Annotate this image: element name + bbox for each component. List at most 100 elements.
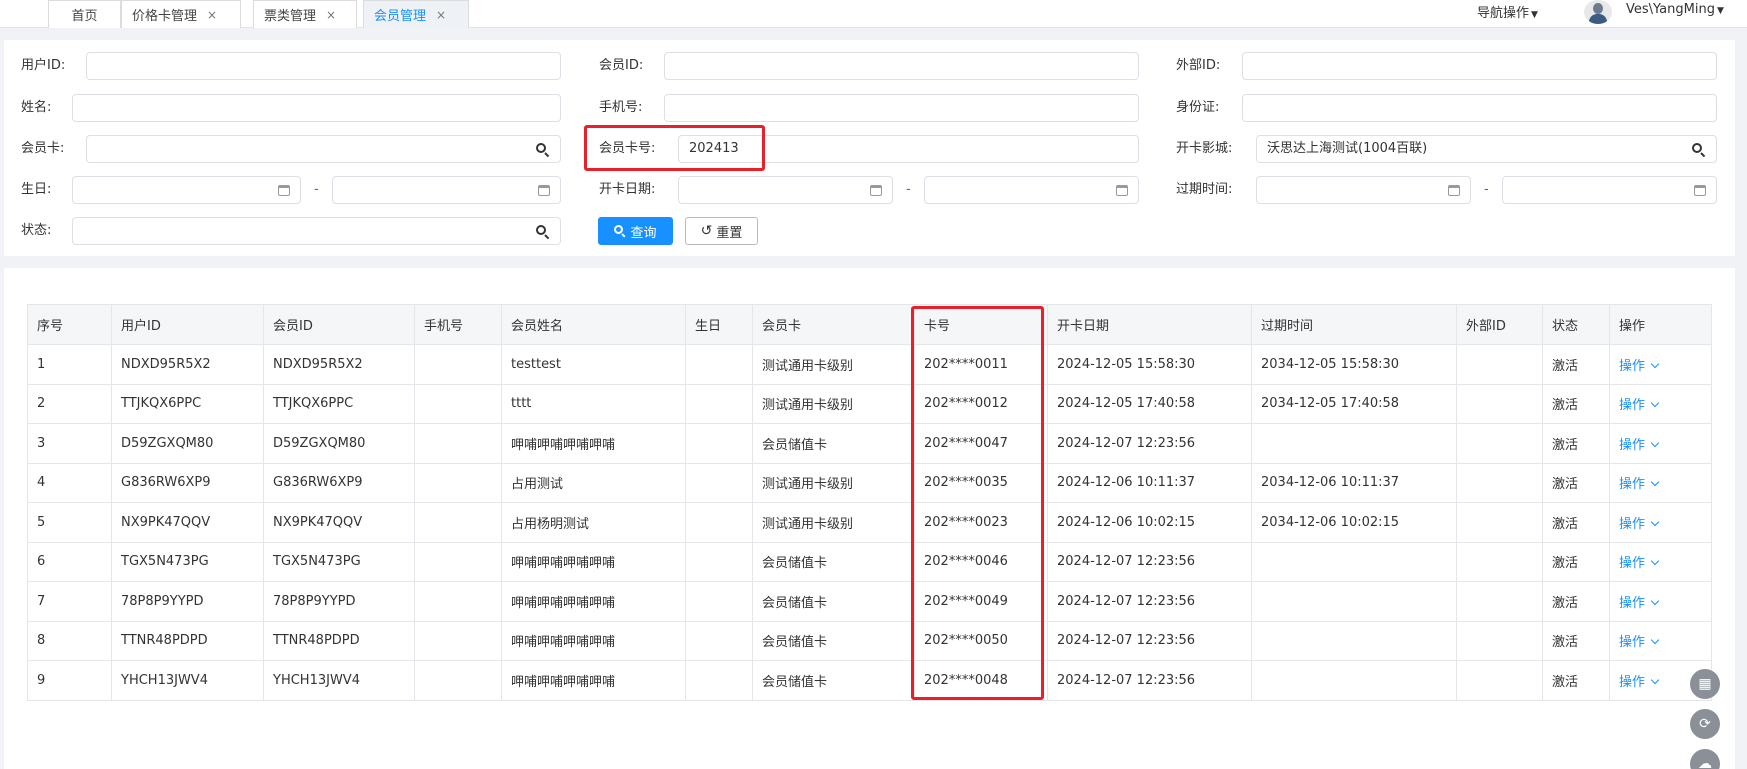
open-date-cell: 2024-12-05 15:58:30 xyxy=(1047,344,1252,385)
table-panel: 序号 用户ID 会员ID 手机号 会员姓名 生日 会员卡 卡号 开卡日期 过期时间 外部ID 状态 操作… xyxy=(4,268,1735,769)
member-card-cell: 会员储值卡 xyxy=(752,541,915,582)
expire-cell xyxy=(1251,541,1457,582)
member-id-cell: D59ZGXQM80 xyxy=(263,423,415,464)
nav-operations-dropdown[interactable]: 导航操作 ▼ xyxy=(1477,2,1538,21)
close-icon[interactable]: × xyxy=(207,8,217,22)
tab-price-card[interactable]: 价格卡管理 × xyxy=(121,0,241,28)
refresh-button[interactable]: ⟳ xyxy=(1690,709,1720,739)
top-bar: 首页 价格卡管理 × 票类管理 × 会员管理 × 导航操作 ▼ Ves\YangM… xyxy=(0,0,1747,28)
expire-end-input[interactable] xyxy=(1502,176,1717,204)
member-card-cell: 测试通用卡级别 xyxy=(752,462,915,503)
phone-cell xyxy=(414,462,502,503)
open-date-end-input[interactable] xyxy=(924,176,1139,204)
status-label: 状态: xyxy=(21,223,52,238)
operation-label: 操作 xyxy=(1619,595,1646,611)
table-row: 4 G836RW6XP9 G836RW6XP9 占用测试 测试通用卡级别 202****0… xyxy=(27,462,1712,503)
status-select[interactable] xyxy=(72,217,561,245)
card-no-label: 会员卡号: xyxy=(599,141,656,156)
row-index: 8 xyxy=(27,620,112,661)
operation-cell: 操作 xyxy=(1609,423,1712,464)
user-menu[interactable]: Ves\YangMing ▼ xyxy=(1626,2,1724,17)
birthday-label: 生日: xyxy=(21,182,52,197)
open-cinema-value: 沃思达上海测试(1004百联) xyxy=(1267,141,1428,156)
column-header: 会员姓名 xyxy=(501,304,686,345)
external-id-cell xyxy=(1456,620,1543,661)
expire-cell: 2034-12-05 17:40:58 xyxy=(1251,383,1457,424)
row-index: 3 xyxy=(27,423,112,464)
tab-home[interactable]: 首页 xyxy=(48,0,121,28)
external-id-input[interactable] xyxy=(1242,52,1717,80)
member-name-cell: 占用测试 xyxy=(501,462,686,503)
phone-cell xyxy=(414,502,502,543)
table-row: 8 TTNR48PDPD TTNR48PDPD 呷哺呷哺呷哺呷哺 会员储值卡 202***… xyxy=(27,620,1712,661)
status-cell: 激活 xyxy=(1542,620,1610,661)
table-row: 2 TTJKQX6PPC TTJKQX6PPC tttt 测试通用卡级别 202****0… xyxy=(27,383,1712,424)
table-row: 5 NX9PK47QQV NX9PK47QQV 占用杨明测试 测试通用卡级别 202***… xyxy=(27,502,1712,543)
operation-dropdown[interactable]: 操作 xyxy=(1619,556,1660,572)
column-header: 会员卡 xyxy=(752,304,915,345)
user-id-input[interactable] xyxy=(86,52,561,80)
layout-button[interactable]: ▦ xyxy=(1690,669,1720,699)
external-id-cell xyxy=(1456,423,1543,464)
search-icon[interactable] xyxy=(536,143,550,158)
reset-button-label: 重置 xyxy=(716,225,743,241)
operation-dropdown[interactable]: 操作 xyxy=(1619,675,1660,690)
column-header: 序号 xyxy=(27,304,112,345)
member-id-cell: TTNR48PDPD xyxy=(263,620,415,661)
table-row: 6 TGX5N473PG TGX5N473PG 呷哺呷哺呷哺呷哺 会员储值卡 202***… xyxy=(27,541,1712,582)
operation-dropdown[interactable]: 操作 xyxy=(1619,398,1660,413)
user-id-cell: TGX5N473PG xyxy=(111,541,264,582)
row-index: 6 xyxy=(27,541,112,582)
card-no-cell: 202****0023 xyxy=(914,502,1048,543)
operation-dropdown[interactable]: 操作 xyxy=(1619,477,1660,492)
operation-dropdown[interactable]: 操作 xyxy=(1619,517,1660,532)
birthday-start-input[interactable] xyxy=(72,176,301,204)
operation-dropdown[interactable]: 操作 xyxy=(1619,438,1660,453)
tab-member-management[interactable]: 会员管理 × xyxy=(363,0,469,28)
operation-label: 操作 xyxy=(1619,556,1646,572)
member-card-cell: 会员储值卡 xyxy=(752,423,915,464)
operation-label: 操作 xyxy=(1619,635,1646,651)
external-id-cell xyxy=(1456,581,1543,622)
avatar[interactable] xyxy=(1584,0,1612,24)
operation-label: 操作 xyxy=(1619,358,1646,374)
search-icon[interactable] xyxy=(536,225,550,240)
card-no-cell: 202****0047 xyxy=(914,423,1048,464)
card-no-cell: 202****0050 xyxy=(914,620,1048,661)
operation-dropdown[interactable]: 操作 xyxy=(1619,635,1660,651)
operation-dropdown[interactable]: 操作 xyxy=(1619,358,1660,374)
open-date-start-input[interactable] xyxy=(678,176,893,204)
chevron-down-icon xyxy=(1650,517,1660,526)
phone-input[interactable] xyxy=(664,94,1139,122)
member-card-cell: 会员储值卡 xyxy=(752,581,915,622)
user-id-cell: D59ZGXQM80 xyxy=(111,423,264,464)
phone-cell xyxy=(414,660,502,701)
member-id-input[interactable] xyxy=(664,52,1139,80)
member-name-cell: 呷哺呷哺呷哺呷哺 xyxy=(501,541,686,582)
caret-down-icon: ▼ xyxy=(1716,6,1724,16)
reset-button[interactable]: ↺ 重置 xyxy=(685,217,758,245)
name-input[interactable] xyxy=(72,94,561,122)
calendar-icon xyxy=(538,185,550,196)
query-button[interactable]: 查询 xyxy=(598,217,673,245)
search-icon[interactable] xyxy=(1692,143,1706,158)
card-no-input[interactable]: 202413 xyxy=(678,135,1139,163)
expire-start-input[interactable] xyxy=(1256,176,1471,204)
id-card-input[interactable] xyxy=(1242,94,1717,122)
birthday-cell xyxy=(685,541,753,582)
calendar-icon xyxy=(1448,185,1460,196)
card-no-cell: 202****0046 xyxy=(914,541,1048,582)
column-header: 手机号 xyxy=(414,304,502,345)
member-name-cell: 呷哺呷哺呷哺呷哺 xyxy=(501,620,686,661)
member-id-cell: NDXD95R5X2 xyxy=(263,344,415,385)
close-icon[interactable]: × xyxy=(326,8,336,22)
close-icon[interactable]: × xyxy=(436,8,446,22)
tab-ticket-type[interactable]: 票类管理 × xyxy=(253,0,357,28)
operation-dropdown[interactable]: 操作 xyxy=(1619,595,1660,611)
member-card-select[interactable] xyxy=(86,135,561,163)
member-name-cell: tttt xyxy=(501,383,686,424)
user-id-cell: YHCH13JWV4 xyxy=(111,660,264,701)
column-header: 用户ID xyxy=(111,304,264,345)
open-cinema-select[interactable]: 沃思达上海测试(1004百联) xyxy=(1256,135,1717,163)
birthday-end-input[interactable] xyxy=(332,176,561,204)
